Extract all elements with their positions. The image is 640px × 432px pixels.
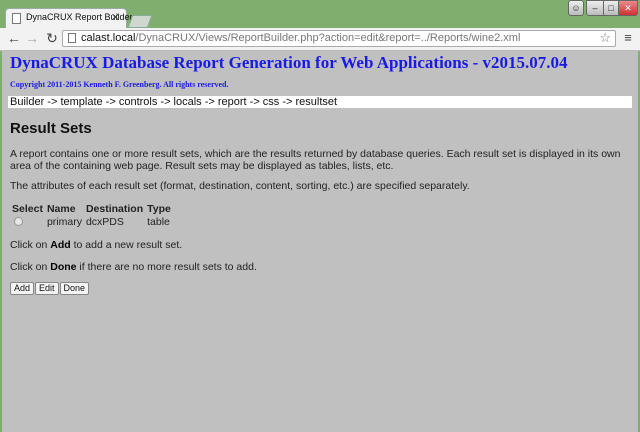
done-hint: Click on Done if there are no more resul… [10, 261, 257, 273]
breadcrumb: Builder -> template -> controls -> local… [8, 96, 632, 108]
close-window-button[interactable]: ✕ [618, 0, 638, 16]
tab-close-icon[interactable]: ✕ [111, 11, 120, 25]
column-header-name: Name [46, 202, 76, 215]
add-hint: Click on Add to add a new result set. [10, 239, 183, 251]
page-title: Result Sets [10, 120, 92, 137]
edit-button[interactable]: Edit [35, 282, 59, 295]
url-host: calast.local [81, 32, 136, 44]
app-title: DynaCRUX Database Report Generation for … [10, 53, 568, 72]
maximize-button[interactable]: □ [603, 0, 619, 16]
forward-arrow-icon[interactable]: → [24, 30, 40, 46]
table-header-row: Select Name Destination Type [12, 202, 175, 215]
result-sets-table: Select Name Destination Type primary dcx… [12, 202, 175, 228]
select-radio[interactable] [14, 217, 23, 226]
cell-type: table [147, 215, 170, 228]
table-row: primary dcxPDS table [12, 215, 175, 228]
done-button[interactable]: Done [59, 282, 90, 295]
add-button[interactable]: Add [10, 282, 35, 295]
page-favicon-icon [12, 13, 21, 24]
minimize-button[interactable]: – [586, 0, 604, 16]
browser-tab[interactable]: DynaCRUX Report Builder ✕ [5, 8, 133, 28]
url-path: /DynaCRUX/Views/ReportBuilder.php?action… [135, 32, 521, 44]
action-buttons: Add Edit Done [10, 282, 90, 295]
attributes-paragraph: The attributes of each result set (forma… [10, 180, 470, 192]
page-content: DynaCRUX Database Report Generation for … [2, 51, 638, 432]
reload-icon[interactable]: ↻ [44, 30, 60, 46]
user-icon[interactable]: ☺ [568, 0, 584, 16]
column-header-destination: Destination [85, 202, 144, 215]
copyright-notice: Copyright 2011-2015 Kenneth F. Greenberg… [10, 80, 229, 89]
browser-toolbar: ← → ↻ calast.local/DynaCRUX/Views/Report… [0, 28, 640, 51]
url-text: calast.local/DynaCRUX/Views/ReportBuilde… [81, 32, 520, 44]
menu-icon[interactable]: ≡ [620, 30, 636, 46]
titlebar: DynaCRUX Report Builder ✕ ☺ – □ ✕ [0, 0, 640, 28]
address-bar[interactable]: calast.local/DynaCRUX/Views/ReportBuilde… [62, 30, 616, 47]
column-header-select: Select [12, 202, 43, 215]
back-arrow-icon[interactable]: ← [6, 30, 22, 46]
cell-name: primary [46, 215, 82, 228]
cell-destination: dcxPDS [85, 215, 124, 228]
column-header-type: Type [147, 202, 171, 215]
new-tab-button[interactable] [127, 15, 153, 28]
browser-window: DynaCRUX Report Builder ✕ ☺ – □ ✕ ← → ↻ … [0, 0, 640, 432]
intro-paragraph: A report contains one or more result set… [10, 148, 621, 172]
bookmark-star-icon[interactable]: ☆ [599, 30, 611, 46]
page-icon [68, 33, 76, 43]
